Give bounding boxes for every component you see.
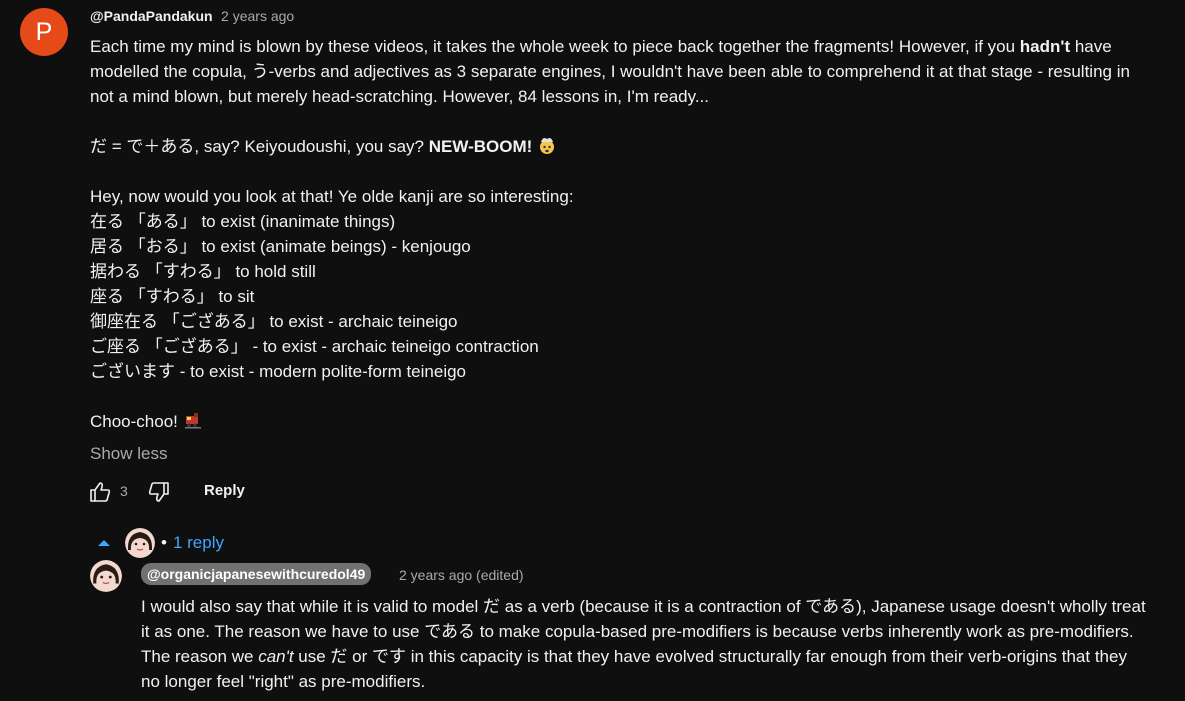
- replies-toggle[interactable]: • 1 reply: [97, 528, 224, 558]
- separator-dot: •: [161, 533, 167, 552]
- reply-button[interactable]: Reply: [204, 482, 245, 499]
- show-less-button[interactable]: Show less: [90, 444, 167, 464]
- like-count: 3: [120, 483, 128, 499]
- reply-line: no longer feel "right" as pre-modifiers.: [141, 672, 426, 691]
- comment-line: not a mind blown, but merely head-scratc…: [90, 87, 710, 106]
- author-avatar[interactable]: P: [20, 8, 68, 56]
- comment-line: 在る 「ある」 to exist (inanimate things): [90, 212, 396, 231]
- replies-count[interactable]: 1 reply: [173, 533, 224, 553]
- thumb-down-icon[interactable]: [147, 480, 171, 504]
- comment-line: 居る 「おる」 to exist (animate beings) - kenj…: [90, 237, 471, 256]
- exploding-head-emoji: [540, 138, 555, 154]
- reply-author-chip[interactable]: @organicjapanesewithcuredol49: [141, 563, 372, 585]
- replier-avatar: [125, 528, 155, 558]
- comment-line: modelled the copula, う-verbs and adjecti…: [90, 62, 1130, 81]
- caret-up-icon: [98, 540, 110, 546]
- comment-line: Choo-choo!: [90, 409, 203, 434]
- comment-line: Each time my mind is blown by these vide…: [90, 37, 1112, 56]
- comment-line: 座る 「すわる」 to sit: [90, 287, 255, 306]
- comment-time[interactable]: 2 years ago: [221, 8, 294, 24]
- reply-line: The reason we can't use だ or です in this …: [141, 647, 1127, 666]
- comment-author[interactable]: @PandaPandakun: [90, 8, 213, 24]
- comment-line: 御座在る 「ござある」 to exist - archaic teineigo: [90, 312, 458, 331]
- reply-author-avatar[interactable]: [90, 560, 122, 592]
- comment-line: ご座る 「ござある」 - to exist - archaic teineigo…: [90, 337, 539, 356]
- comment-line: 据わる 「すわる」 to hold still: [90, 262, 316, 281]
- thumb-up-icon[interactable]: [88, 480, 112, 504]
- comment-line: Hey, now would you look at that! Ye olde…: [90, 187, 574, 206]
- reply-line: I would also say that while it is valid …: [141, 597, 1146, 616]
- comment-header: @PandaPandakun 2 years ago: [90, 8, 294, 26]
- comment-line: だ = で＋ある, say? Keiyoudoushi, you say? NE…: [90, 134, 557, 159]
- reply-time[interactable]: 2 years ago (edited): [399, 567, 524, 583]
- train-emoji: [184, 413, 201, 429]
- comment-line: ございます - to exist - modern polite-form te…: [90, 362, 467, 381]
- reply-line: it as one. The reason we have to use である…: [141, 622, 1134, 641]
